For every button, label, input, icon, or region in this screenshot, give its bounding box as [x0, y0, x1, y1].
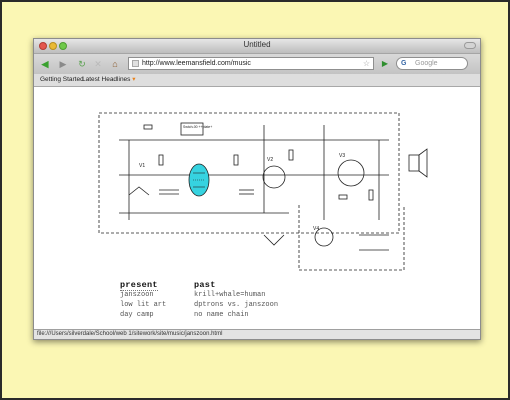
favicon-icon — [132, 60, 139, 67]
past-projects-column: past krill+whale=human dptrons vs. jansz… — [194, 280, 314, 320]
reload-icon[interactable]: ↻ — [76, 57, 88, 71]
forward-arrow-icon[interactable]: ▶ — [56, 57, 70, 71]
back-arrow-icon[interactable]: ◀ — [38, 57, 52, 71]
present-link-janszoon[interactable]: janszoon — [120, 290, 200, 300]
schematic-switch-label: Swtch-00 ++plate+ — [183, 125, 212, 129]
bookmark-latest-headlines-label: Latest Headlines — [82, 76, 131, 83]
past-link-no-name-chain[interactable]: no name chain — [194, 310, 314, 320]
bookmark-getting-started[interactable]: Getting Started — [40, 74, 84, 86]
bookmark-star-icon[interactable]: ☆ — [363, 58, 370, 69]
rss-feed-icon: ▾ — [132, 76, 136, 83]
yellow-frame: Untitled ◀ ▶ ↻ ✕ ⌂ http://www.leemansfie… — [0, 0, 510, 400]
present-projects-column: present janszoon low lit art day camp — [120, 280, 200, 320]
browser-window: Untitled ◀ ▶ ↻ ✕ ⌂ http://www.leemansfie… — [33, 38, 481, 340]
status-bar: file:///Users/silverdale/School/web 1/si… — [34, 329, 480, 339]
toolbar-toggle-button[interactable] — [464, 42, 476, 49]
schematic-tube-label-v2: V2 — [267, 157, 273, 163]
stop-icon[interactable]: ✕ — [92, 57, 104, 71]
circuit-schematic-image: Swtch-00 ++plate+ V1 V2 V3 V4 — [98, 112, 428, 271]
present-link-low-lit-art[interactable]: low lit art — [120, 300, 200, 310]
schematic-tube-label-v4: V4 — [313, 226, 319, 232]
title-bar[interactable]: Untitled — [34, 39, 480, 54]
window-title: Untitled — [243, 40, 271, 49]
past-link-krill-whale-human[interactable]: krill+whale=human — [194, 290, 314, 300]
page-content: Swtch-00 ++plate+ V1 V2 V3 V4 present ja… — [34, 87, 480, 329]
url-text: http://www.leemansfield.com/music — [142, 60, 251, 67]
go-arrow-icon[interactable]: ▶ — [379, 57, 391, 70]
address-bar[interactable]: http://www.leemansfield.com/music ☆ — [128, 57, 374, 70]
bookmark-latest-headlines[interactable]: Latest Headlines ▾ — [82, 74, 136, 86]
present-heading: present — [120, 280, 200, 291]
past-link-dptrons-vs-janszoon[interactable]: dptrons vs. janszoon — [194, 300, 314, 310]
search-input[interactable]: G Google — [396, 57, 468, 70]
present-link-day-camp[interactable]: day camp — [120, 310, 200, 320]
google-search-icon[interactable]: G — [401, 59, 410, 68]
schematic-tube-label-v1: V1 — [139, 163, 145, 169]
status-text: file:///Users/silverdale/School/web 1/si… — [37, 331, 223, 337]
home-icon[interactable]: ⌂ — [108, 57, 122, 71]
bookmarks-bar: Getting Started Latest Headlines ▾ — [34, 74, 480, 87]
past-heading: past — [194, 280, 216, 290]
schematic-tube-label-v3: V3 — [339, 153, 345, 159]
search-placeholder: Google — [415, 60, 438, 67]
navigation-toolbar: ◀ ▶ ↻ ✕ ⌂ http://www.leemansfield.com/mu… — [34, 54, 480, 74]
